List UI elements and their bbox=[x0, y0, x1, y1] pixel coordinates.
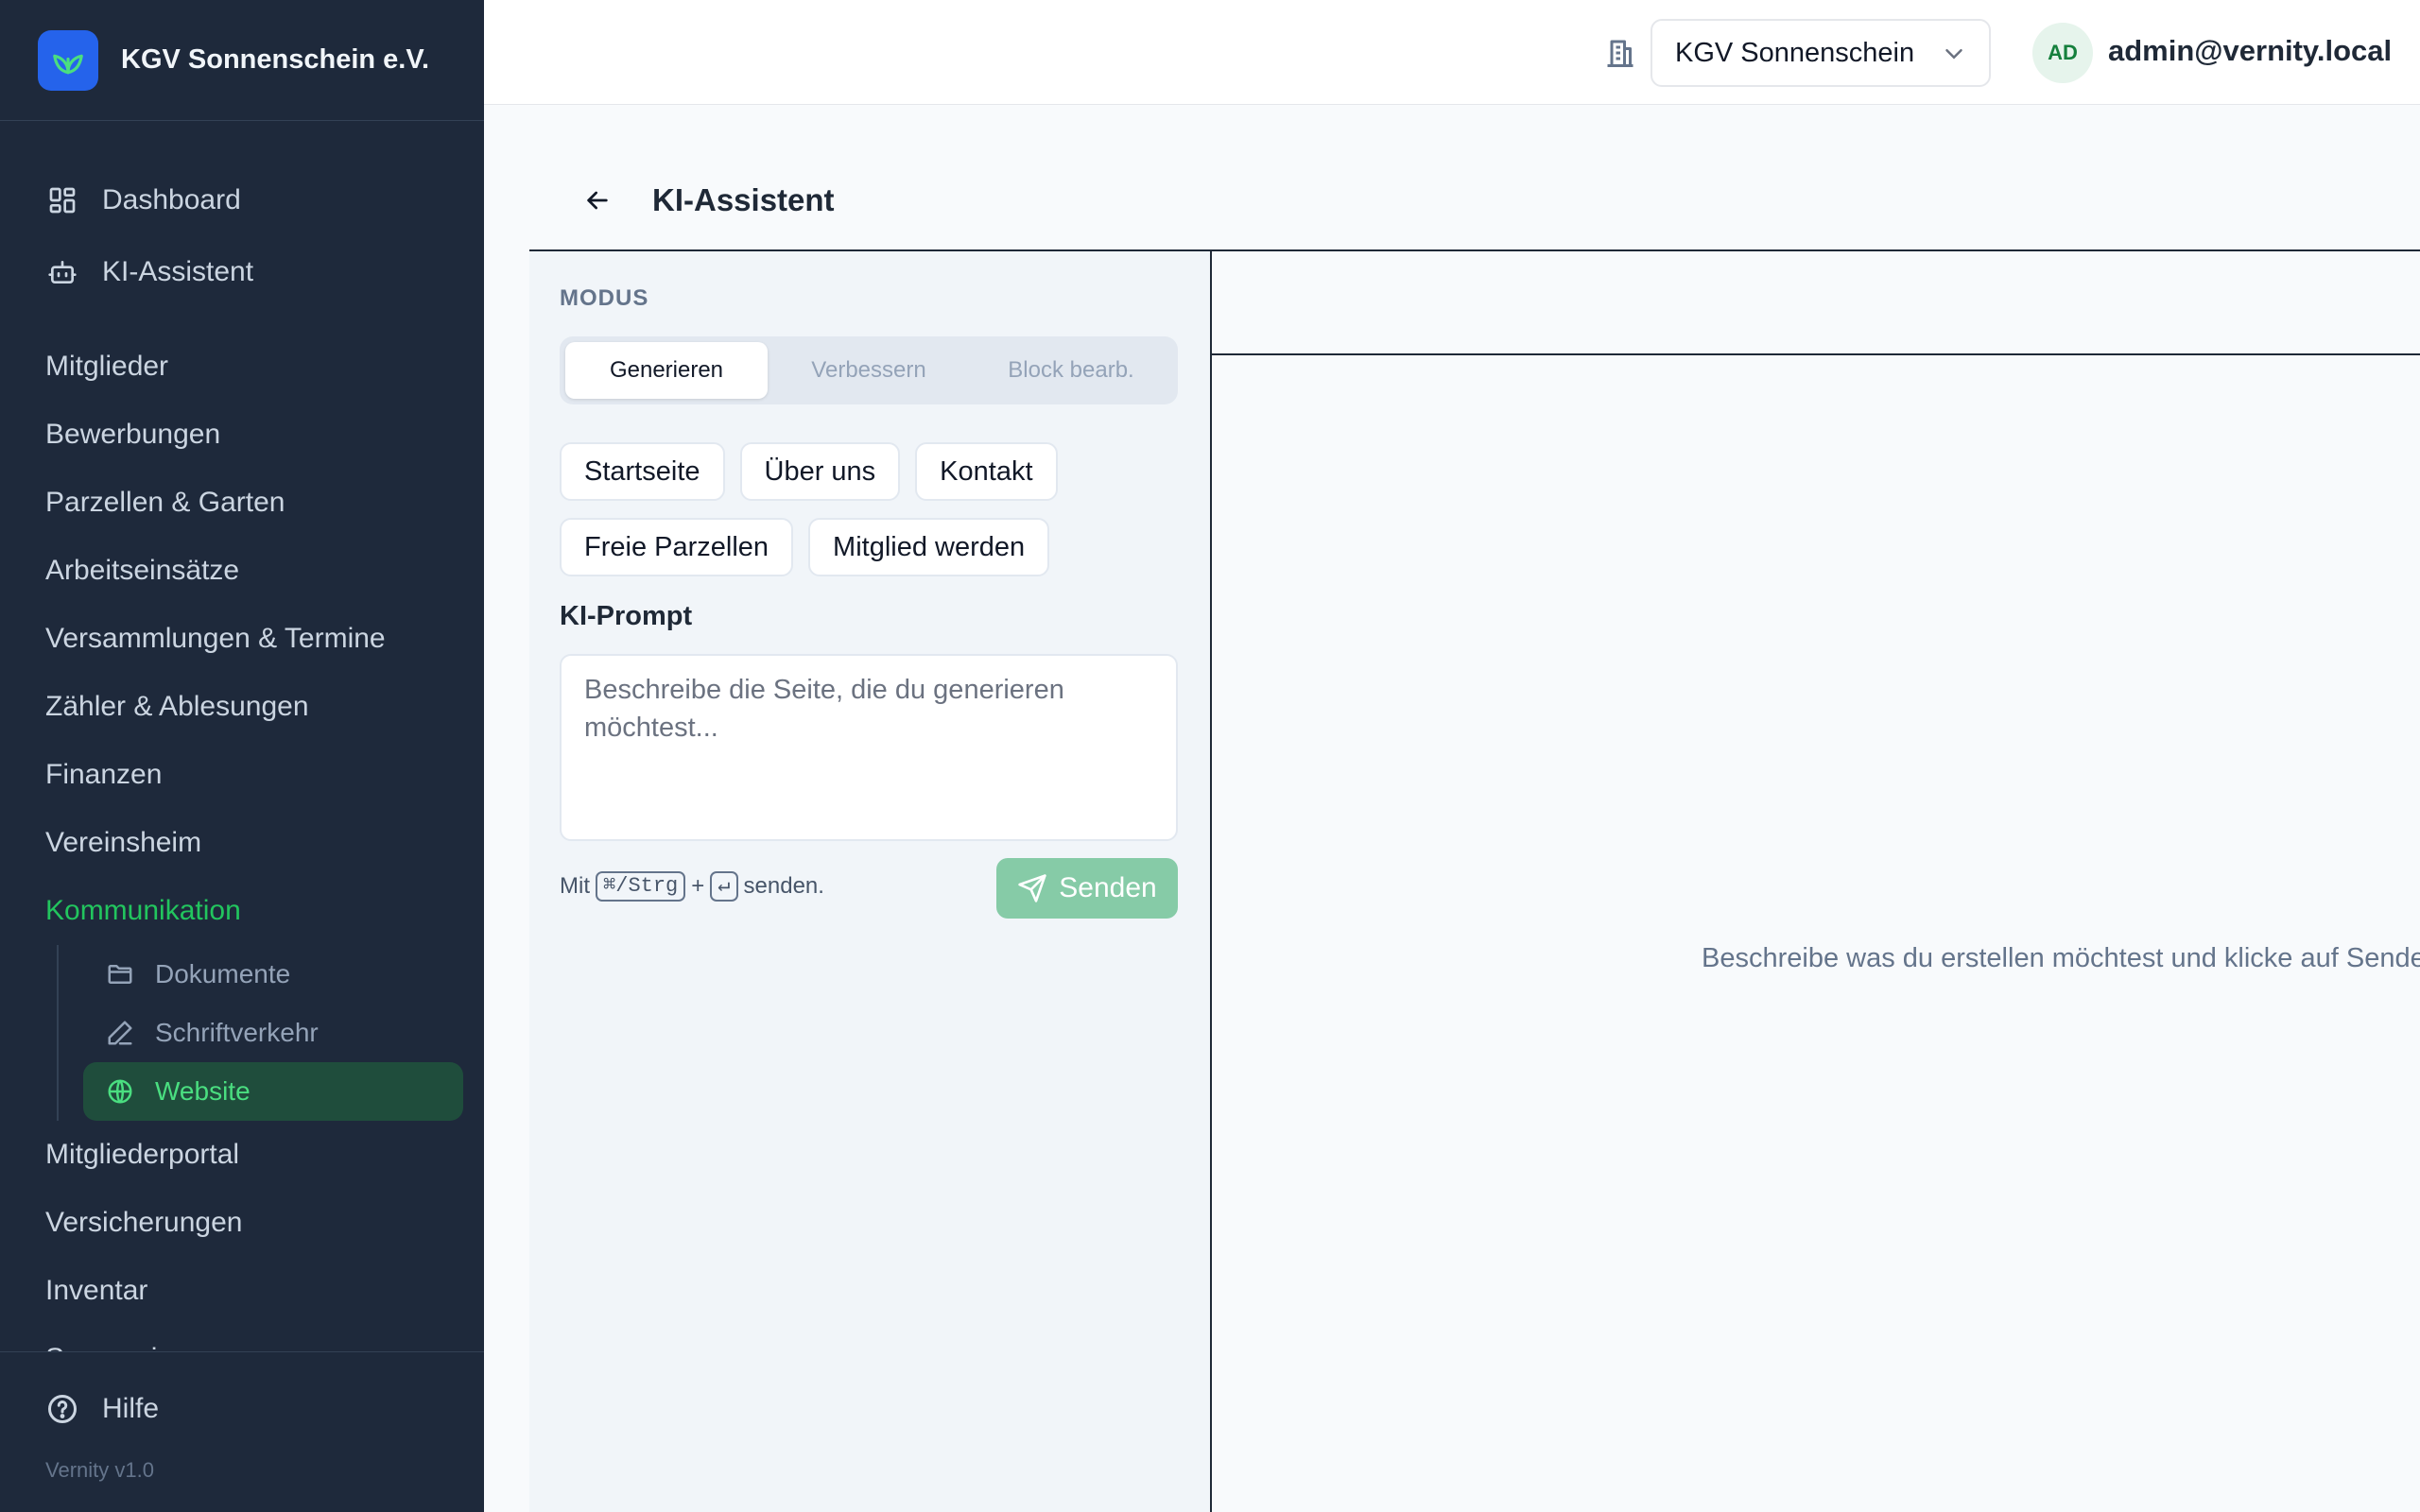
sidebar-item-website[interactable]: Website bbox=[83, 1062, 463, 1121]
sidebar-item-sponsoring[interactable]: Sponsoring bbox=[0, 1325, 484, 1351]
preview-toolbar bbox=[1212, 251, 2420, 355]
back-arrow-icon[interactable] bbox=[571, 174, 624, 227]
sidebar-item-versicherungen[interactable]: Versicherungen bbox=[0, 1189, 484, 1257]
sidebar-item-mitglieder[interactable]: Mitglieder bbox=[0, 333, 484, 401]
prompt-label: KI-Prompt bbox=[560, 601, 693, 631]
sidebar-item-label: KI-Assistent bbox=[102, 256, 254, 287]
sidebar-item-versammlungen[interactable]: Versammlungen & Termine bbox=[0, 605, 484, 673]
send-hint: Mit ⌘/Strg + ↵ senden. bbox=[560, 871, 824, 902]
sidebar-item-arbeitseinsaetze[interactable]: Arbeitseinsätze bbox=[0, 537, 484, 605]
send-icon bbox=[1017, 873, 1047, 903]
sidebar-item-label: Schriftverkehr bbox=[155, 1018, 319, 1047]
sidebar-item-bewerbungen[interactable]: Bewerbungen bbox=[0, 401, 484, 469]
organization-select[interactable]: KGV Sonnenschein e.V. bbox=[1651, 19, 1991, 87]
building-icon bbox=[1603, 36, 1637, 70]
send-button[interactable]: Senden bbox=[996, 858, 1178, 919]
preview-panel: Beschreibe was du erstellen möchtest und… bbox=[1210, 249, 2420, 1512]
mode-label: MODUS bbox=[560, 285, 649, 311]
mode-edit-block[interactable]: Block bearb. bbox=[970, 342, 1172, 399]
chip-kontakt[interactable]: Kontakt bbox=[915, 442, 1058, 501]
hint-prefix: Mit bbox=[560, 873, 590, 899]
sidebar-item-ki-assistent[interactable]: KI-Assistent bbox=[0, 236, 484, 308]
prompt-input[interactable] bbox=[560, 654, 1178, 841]
globe-icon bbox=[104, 1075, 136, 1108]
sidebar-item-mitgliederportal[interactable]: Mitgliederportal bbox=[0, 1121, 484, 1189]
chip-mitglied-werden[interactable]: Mitglied werden bbox=[808, 518, 1050, 576]
sidebar-item-vereinsheim[interactable]: Vereinsheim bbox=[0, 809, 484, 877]
avatar[interactable]: AD bbox=[2032, 23, 2093, 83]
hint-suffix: senden. bbox=[743, 873, 824, 899]
chip-ueber-uns[interactable]: Über uns bbox=[739, 442, 901, 501]
brand-name: KGV Sonnenschein e.V. bbox=[121, 44, 430, 75]
send-button-label: Senden bbox=[1059, 872, 1157, 903]
sidebar-item-dokumente[interactable]: Dokumente bbox=[83, 945, 463, 1004]
page-template-chips: Startseite Über uns Kontakt Freie Parzel… bbox=[560, 442, 1184, 593]
page-header: KI-Assistent bbox=[529, 166, 835, 234]
shortcut-key-enter: ↵ bbox=[710, 871, 738, 902]
sidebar-submenu-kommunikation: Dokumente Schriftverkehr Website bbox=[57, 945, 484, 1121]
user-email[interactable]: admin@vernity.local bbox=[2108, 34, 2392, 68]
sidebar-item-finanzen[interactable]: Finanzen bbox=[0, 741, 484, 809]
shortcut-key-modifier: ⌘/Strg bbox=[596, 871, 686, 902]
topbar: KGV Sonnenschein e.V. AD admin@vernity.l… bbox=[484, 0, 2420, 105]
sidebar-item-inventar[interactable]: Inventar bbox=[0, 1257, 484, 1325]
mode-switch: Generieren Verbessern Block bearb. bbox=[560, 336, 1178, 404]
sidebar-nav: Dashboard KI-Assistent Mitglieder Bewerb… bbox=[0, 121, 484, 1351]
chevron-down-icon bbox=[1940, 40, 1968, 68]
app-version: Vernity v1.0 bbox=[45, 1458, 154, 1482]
chip-freie-parzellen[interactable]: Freie Parzellen bbox=[560, 518, 794, 576]
sidebar: KGV Sonnenschein e.V. Dashboard KI-Assis… bbox=[0, 0, 484, 1512]
mode-generate[interactable]: Generieren bbox=[565, 342, 768, 399]
sidebar-item-label: Dokumente bbox=[155, 959, 291, 988]
sidebar-item-schriftverkehr[interactable]: Schriftverkehr bbox=[83, 1004, 463, 1062]
sidebar-item-kommunikation[interactable]: Kommunikation bbox=[0, 877, 484, 945]
sidebar-item-parzellen[interactable]: Parzellen & Garten bbox=[0, 469, 484, 537]
empty-state-message: Beschreibe was du erstellen möchtest und… bbox=[1702, 943, 2420, 973]
sidebar-item-zaehler[interactable]: Zähler & Ablesungen bbox=[0, 673, 484, 741]
sidebar-footer: Hilfe Vernity v1.0 bbox=[0, 1351, 484, 1512]
assistant-panel: MODUS Generieren Verbessern Block bearb.… bbox=[529, 249, 1210, 1512]
help-link[interactable]: Hilfe bbox=[0, 1371, 484, 1447]
organization-select-value: KGV Sonnenschein e.V. bbox=[1675, 37, 1923, 68]
dashboard-icon bbox=[45, 183, 79, 217]
sidebar-item-label: Website bbox=[155, 1076, 251, 1106]
leaf-logo-icon bbox=[38, 29, 98, 91]
hint-plus: + bbox=[691, 873, 705, 899]
help-circle-icon bbox=[45, 1392, 79, 1426]
folder-icon bbox=[104, 958, 136, 990]
chip-startseite[interactable]: Startseite bbox=[560, 442, 725, 501]
bot-icon bbox=[45, 255, 79, 289]
help-label: Hilfe bbox=[102, 1393, 160, 1424]
sidebar-item-label: Dashboard bbox=[102, 184, 241, 215]
sidebar-brand[interactable]: KGV Sonnenschein e.V. bbox=[0, 0, 484, 121]
mode-improve[interactable]: Verbessern bbox=[768, 342, 970, 399]
pen-icon bbox=[104, 1017, 136, 1049]
page-title: KI-Assistent bbox=[652, 182, 835, 217]
sidebar-item-dashboard[interactable]: Dashboard bbox=[0, 164, 484, 236]
